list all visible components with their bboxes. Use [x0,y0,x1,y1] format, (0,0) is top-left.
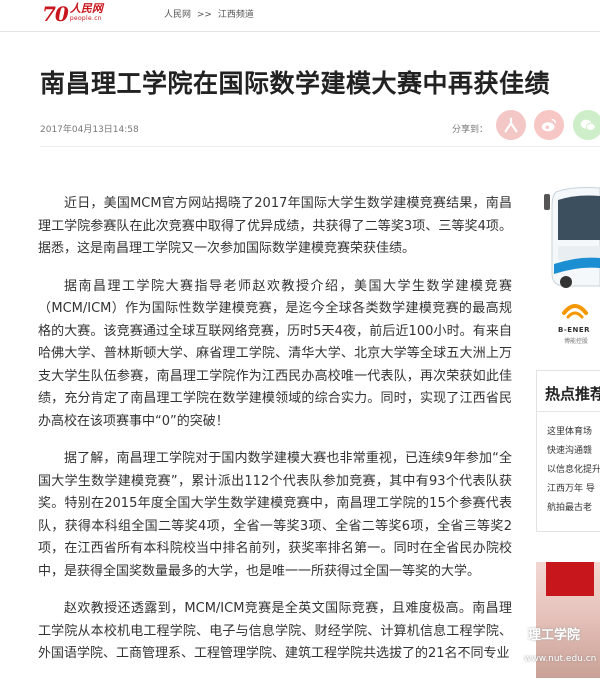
hot-item[interactable]: 快速沟通赣 [547,442,600,461]
sidebar-ad[interactable]: B-ENER 博能控股 [536,186,600,356]
red-banner [546,562,594,596]
page-title: 南昌理工学院在国际数学建模大赛中再获佳绩 [40,69,551,98]
weibo-icon [541,118,557,132]
hot-item[interactable]: 江西万年 导 [547,480,600,499]
share-label: 分享到： [452,125,489,135]
article-body: 近日，美国MCM官方网站揭晓了2017年国际大学生数学建模竞赛结果，南昌理工学院… [38,193,512,681]
photo-url-caption: www.nut.edu.cn [524,654,597,664]
ad-brand: B-ENER [558,326,591,334]
hot-list: 这里体育场 快速沟通赣 以信息化提升 江西万年 导 航拍最古老 [547,423,600,518]
publish-datetime: 2017年04月13日14:58 [40,125,139,135]
article-paragraph: 近日，美国MCM官方网站揭晓了2017年国际大学生数学建模竞赛结果，南昌理工学院… [38,196,512,256]
breadcrumb-home[interactable]: 人民网 [164,10,191,20]
article-paragraph: 据了解，南昌理工学院对于国内数学建模大赛也非常重视，已连续9年参加“全国大学生数… [38,451,512,579]
people-cn-logo[interactable]: 70 人民网 people.cn [42,0,103,24]
breadcrumb-separator: >> [196,10,212,20]
article-paragraph: 赵欢教授还透露到，MCM/ICM竞赛是全英文国际竞赛，且难度极高。南昌理工学院从… [38,601,512,661]
renmin-share-icon [504,117,518,133]
top-bar: 70 人民网 people.cn 人民网 >> 江西频道 [0,0,600,26]
logo-en: people.cn [69,15,102,22]
breadcrumb: 人民网 >> 江西频道 [164,7,257,20]
bus-image [544,187,600,288]
hot-recommend-title: 热点推荐 [545,385,600,403]
breadcrumb-jiangxi[interactable]: 江西频道 [218,10,254,20]
hot-item[interactable]: 以信息化提升 [547,461,600,480]
brand-logo-icon [562,304,588,319]
wechat-share-button[interactable] [573,110,600,140]
weibo-share-button[interactable] [534,110,564,140]
article-paragraph: 据南昌理工学院大赛指导老师赵欢教授介绍，美国大学生数学建模竞赛（MCM/ICM）… [38,278,512,429]
header-divider [0,31,600,32]
hot-divider [537,411,600,412]
ad-brand-sub: 博能控股 [564,338,589,345]
photo-caption: 理工学院 [528,628,581,643]
meta-divider [40,146,600,147]
wechat-icon [580,119,596,131]
logo-cn: 人民网 [69,2,103,15]
hot-item[interactable]: 这里体育场 [547,423,600,442]
renmin-share-button[interactable] [496,110,526,140]
logo-mark: 70 [42,2,69,26]
hot-item[interactable]: 航拍最古老 [547,499,600,518]
hot-recommend-panel: 热点推荐 这里体育场 快速沟通赣 以信息化提升 江西万年 导 航拍最古老 [536,370,600,532]
